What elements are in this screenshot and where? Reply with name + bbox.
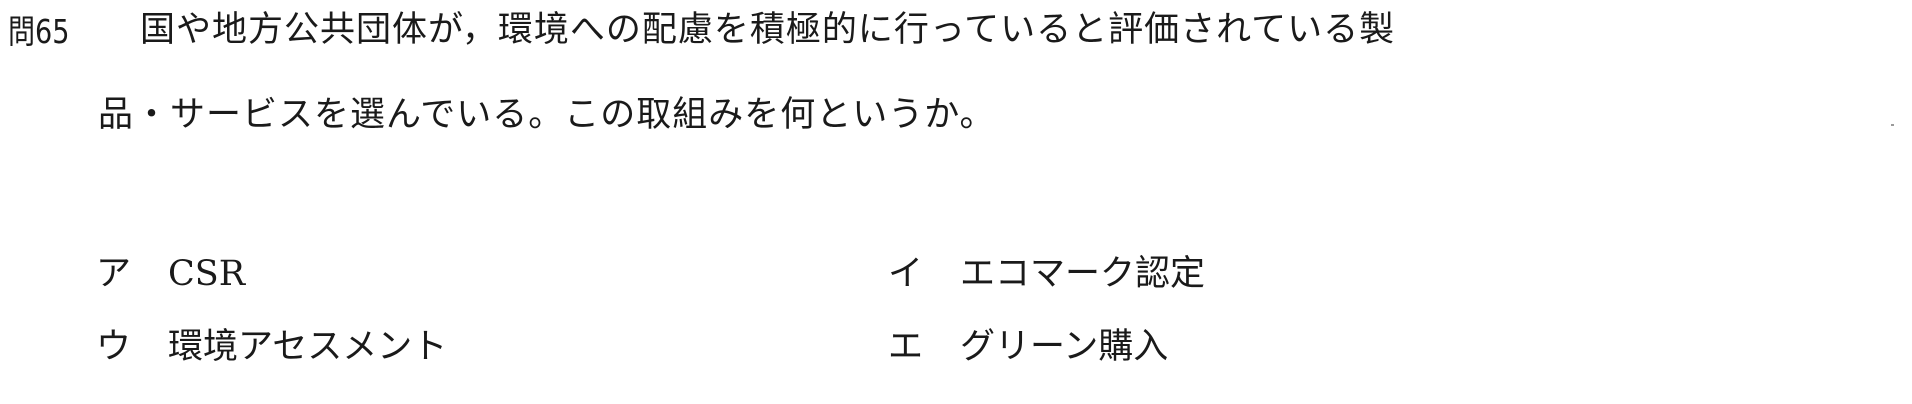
- question-number: 問65: [8, 12, 70, 51]
- choice-b-mark: イ: [888, 254, 924, 294]
- choice-d[interactable]: エグリーン購入: [888, 325, 1168, 369]
- scan-speck: [1891, 124, 1894, 126]
- choice-a[interactable]: ア CSR: [96, 252, 245, 296]
- choice-b-text: エコマーク認定: [960, 254, 1206, 294]
- choice-c-text: 環境アセスメント: [168, 327, 448, 367]
- choice-b[interactable]: イエコマーク認定: [888, 252, 1205, 296]
- choice-a-mark: ア: [96, 254, 132, 294]
- question-text-line-2: 品・サービスを選んでいる。この取組みを何というか。: [98, 95, 996, 135]
- choice-d-mark: エ: [888, 327, 924, 367]
- choice-c-mark: ウ: [96, 327, 132, 367]
- choice-c[interactable]: ウ環境アセスメント: [96, 325, 447, 369]
- choice-a-text: CSR: [168, 254, 246, 294]
- question-text-line-1: 国や地方公共団体が，環境への配慮を積極的に行っていると評価されている製: [140, 10, 1396, 50]
- choice-d-text: グリーン購入: [960, 327, 1169, 367]
